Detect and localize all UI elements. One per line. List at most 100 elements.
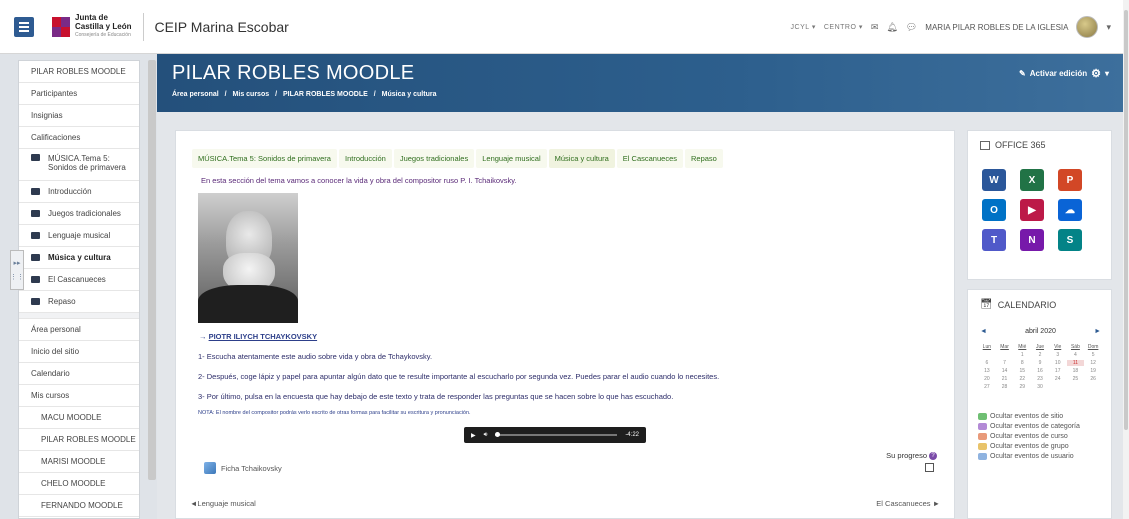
centro-menu[interactable]: CENTRO ▾ [824,23,863,31]
excel-icon[interactable]: X [1020,169,1044,191]
drawer-item-participants[interactable]: Participantes [19,83,139,105]
tab-lenguaje-musical[interactable]: Lenguaje musical [476,149,547,168]
calendar-day[interactable]: 13 [978,368,996,374]
event-filter-toggle[interactable]: Ocultar eventos de curso [978,432,1106,441]
tab-juegos-tradicionales[interactable]: Juegos tradicionales [393,149,475,168]
menu-toggle-button[interactable] [14,16,34,37]
breadcrumb-mis-cursos[interactable]: Mis cursos [233,91,270,98]
calendar-day[interactable]: 26 [1084,376,1102,382]
play-icon[interactable]: ▶ [471,432,476,439]
site-logo[interactable]: Junta de Castilla y León Consejería de E… [52,13,131,40]
calendar-day[interactable]: 23 [1031,376,1049,382]
breadcrumb-area-personal[interactable]: Área personal [172,91,219,98]
calendar-day[interactable]: 11 [1066,360,1085,366]
onedrive-icon[interactable]: ☁ [1058,199,1082,221]
calendar-day[interactable]: 19 [1084,368,1102,374]
drawer-item-my-course[interactable]: PILAR ROBLES MOODLE [19,429,139,451]
drawer-item-section[interactable]: Introducción [19,181,139,203]
bell-icon[interactable]: 🔔︎ [886,22,897,33]
event-filter-toggle[interactable]: Ocultar eventos de sitio [978,412,1106,421]
teams-icon[interactable]: T [982,229,1006,251]
powerpoint-icon[interactable]: P [1058,169,1082,191]
calendar-day[interactable]: 3 [1049,352,1067,358]
seek-handle[interactable] [495,432,501,437]
calendar-day[interactable]: 7 [996,360,1014,366]
outlook-icon[interactable]: O [982,199,1006,221]
drawer-item-badges[interactable]: Insignias [19,105,139,127]
calendar-day[interactable]: 14 [996,368,1014,374]
prev-month-icon[interactable]: ◄ [980,328,987,335]
breadcrumb-course[interactable]: PILAR ROBLES MOODLE [283,91,368,98]
calendar-day[interactable]: 6 [978,360,996,366]
calendar-day[interactable]: 4 [1067,352,1085,358]
prev-section-link[interactable]: ◄Lenguaje musical [190,499,256,508]
calendar-day[interactable]: 15 [1013,368,1031,374]
drawer-item-grades[interactable]: Calificaciones [19,127,139,149]
drawer-item-my-courses[interactable]: Mis cursos [19,385,139,407]
drawer-item-my-course[interactable]: CHELO MOODLE [19,473,139,495]
drawer-item-course[interactable]: PILAR ROBLES MOODLE [19,61,139,83]
drawer-item-section-current[interactable]: Música y cultura [19,247,139,269]
tab-el-cascanueces[interactable]: El Cascanueces [616,149,683,168]
calendar-day[interactable]: 21 [996,376,1014,382]
calendar-day[interactable]: 16 [1031,368,1049,374]
drawer-item-section[interactable]: El Cascanueces [19,269,139,291]
calendar-day[interactable]: 1 [1013,352,1031,358]
page-scrollbar-thumb[interactable] [1124,10,1128,430]
chevron-down-icon[interactable]: ▾ [1106,22,1111,33]
resource-link[interactable]: Ficha Tchaikovsky [204,462,282,474]
page-scrollbar[interactable] [1123,0,1129,519]
calendar-day[interactable]: 30 [1031,384,1049,390]
calendar-day[interactable]: 2 [1031,352,1049,358]
drawer-item-calendar[interactable]: Calendario [19,363,139,385]
stream-icon[interactable]: ▶ [1020,199,1044,221]
chat-icon[interactable]: 💬︎ [906,22,917,33]
tab-tema[interactable]: MÚSICA.Tema 5: Sonidos de primavera [192,149,337,168]
composer-link[interactable]: → PIOTR ILIYCH TCHAYKOVSKY [199,332,317,341]
event-filter-toggle[interactable]: Ocultar eventos de grupo [978,442,1106,451]
tab-repaso[interactable]: Repaso [685,149,723,168]
drawer-item-section[interactable]: MÚSICA.Tema 5: Sonidos de primavera [19,149,139,181]
drawer-handle[interactable]: ▸▸ ⋮⋮ [10,250,24,290]
volume-icon[interactable]: 🔊︎ [484,432,488,439]
drawer-scrollbar[interactable] [148,60,156,480]
calendar-day[interactable]: 10 [1049,360,1067,366]
calendar-day[interactable]: 20 [978,376,996,382]
calendar-day[interactable]: 12 [1084,360,1102,366]
tab-musica-y-cultura[interactable]: Música y cultura [548,149,615,168]
drawer-item-my-course[interactable]: MACU MOODLE [19,407,139,429]
site-title[interactable]: CEIP Marina Escobar [154,19,288,35]
drawer-item-my-course[interactable]: MARISI MOODLE [19,451,139,473]
tab-introduccion[interactable]: Introducción [338,149,392,168]
calendar-day[interactable]: 27 [978,384,996,390]
calendar-day[interactable]: 28 [996,384,1014,390]
next-section-link[interactable]: El Cascanueces ► [876,499,940,508]
calendar-day[interactable]: 18 [1067,368,1085,374]
breadcrumb-section[interactable]: Música y cultura [382,91,437,98]
drawer-item-section[interactable]: Lenguaje musical [19,225,139,247]
sharepoint-icon[interactable]: S [1058,229,1082,251]
edit-mode-button[interactable]: ✎ Activar edición ⚙ ▾ [1019,67,1109,80]
calendar-day[interactable]: 22 [1013,376,1031,382]
next-month-icon[interactable]: ► [1094,328,1101,335]
help-icon[interactable]: ? [929,451,937,460]
mail-icon[interactable]: ✉ [871,22,879,33]
word-icon[interactable]: W [982,169,1006,191]
calendar-day[interactable]: 17 [1049,368,1067,374]
audio-seek-bar[interactable] [495,432,618,437]
event-filter-toggle[interactable]: Ocultar eventos de categoría [978,422,1106,431]
avatar[interactable] [1076,16,1099,38]
drawer-item-section[interactable]: Juegos tradicionales [19,203,139,225]
calendar-day[interactable]: 5 [1084,352,1102,358]
calendar-day[interactable]: 24 [1049,376,1067,382]
calendar-day[interactable]: 8 [1013,360,1031,366]
calendar-day[interactable]: 9 [1031,360,1049,366]
drawer-item-my-course[interactable]: FERNANDO MOODLE [19,495,139,517]
drawer-item-area-personal[interactable]: Área personal [19,319,139,341]
onenote-icon[interactable]: N [1020,229,1044,251]
jcyl-menu[interactable]: JCYL ▾ [791,23,816,31]
drawer-item-section[interactable]: Repaso [19,291,139,313]
event-filter-toggle[interactable]: Ocultar eventos de usuario [978,452,1106,461]
drawer-item-site-home[interactable]: Inicio del sitio [19,341,139,363]
calendar-day[interactable]: 29 [1013,384,1031,390]
